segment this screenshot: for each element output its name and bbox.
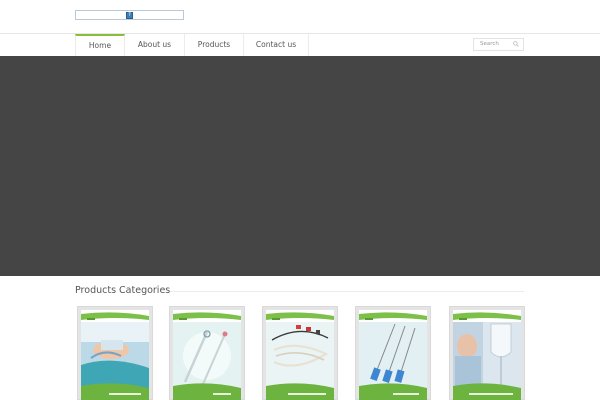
nav-item-about-us[interactable]: About us [125, 34, 185, 56]
nav-menu: Home About us Products Contact us [75, 34, 309, 56]
heading-divider [170, 291, 524, 292]
category-card-4[interactable] [355, 306, 431, 400]
site-logo[interactable]: ? [75, 10, 184, 20]
nav-item-products[interactable]: Products [185, 34, 244, 56]
catheter-tubes-image [266, 310, 334, 400]
search-placeholder: Search [480, 41, 499, 47]
category-card-2[interactable] [169, 306, 245, 400]
airway-management-image [81, 310, 149, 400]
nav-item-home[interactable]: Home [75, 34, 125, 56]
category-card-3[interactable] [262, 306, 338, 400]
syringe-image [173, 310, 241, 400]
needles-image [359, 310, 427, 400]
category-card-1[interactable] [77, 306, 153, 400]
site-header: ? [0, 0, 600, 33]
section-heading: Products Categories [75, 285, 171, 296]
search-icon[interactable] [513, 41, 519, 47]
search-input[interactable]: Search [473, 38, 524, 51]
iv-infusion-image [453, 310, 521, 400]
broken-image-icon: ? [126, 12, 133, 19]
main-navigation: Home About us Products Contact us Search [0, 33, 600, 56]
category-card-5[interactable] [449, 306, 525, 400]
nav-item-contact-us[interactable]: Contact us [244, 34, 309, 56]
hero-banner [0, 56, 600, 276]
